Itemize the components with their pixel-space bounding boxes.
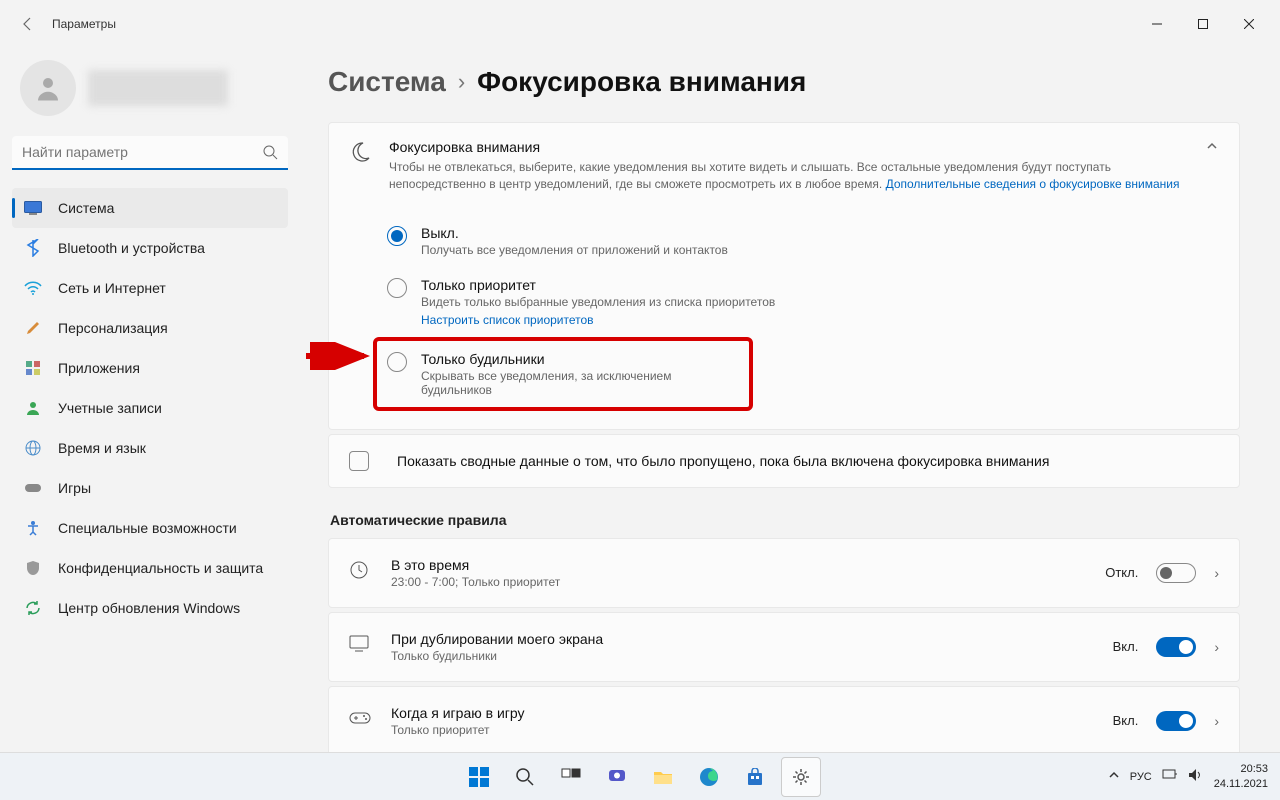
sidebar-item-update[interactable]: Центр обновления Windows [12,588,288,628]
profile-block[interactable] [12,48,288,136]
sidebar-item-privacy[interactable]: Конфиденциальность и защита [12,548,288,588]
tray-network-icon[interactable] [1162,768,1178,785]
tray-language[interactable]: РУС [1130,771,1152,783]
system-icon [24,199,42,217]
sidebar-item-accounts[interactable]: Учетные записи [12,388,288,428]
summary-checkbox-row[interactable]: Показать сводные данные о том, что было … [329,435,1239,487]
sidebar-item-label: Система [58,200,114,216]
sidebar-item-network[interactable]: Сеть и Интернет [12,268,288,308]
breadcrumb: Система › Фокусировка внимания [328,48,1240,122]
taskbar: РУС 20:53 24.11.2021 [0,752,1280,800]
main-content: Система › Фокусировка внимания Фокусиров… [300,48,1280,752]
update-icon [24,599,42,617]
chevron-up-icon[interactable] [1205,139,1219,156]
sidebar-item-label: Bluetooth и устройства [58,240,205,256]
rules-section-title: Автоматические правила [330,512,1240,528]
toggle-switch[interactable] [1156,711,1196,731]
clock-icon [349,560,373,585]
taskbar-search-button[interactable] [505,757,545,797]
close-button[interactable] [1226,8,1272,40]
sidebar-item-gaming[interactable]: Игры [12,468,288,508]
sidebar-item-time[interactable]: Время и язык [12,428,288,468]
learn-more-link[interactable]: Дополнительные сведения о фокусировке вн… [886,177,1180,191]
rule-time[interactable]: В это время23:00 - 7:00; Только приорите… [328,538,1240,608]
summary-card: Показать сводные данные о том, что было … [328,434,1240,488]
sidebar-item-label: Центр обновления Windows [58,600,240,616]
task-view-button[interactable] [551,757,591,797]
accessibility-icon [24,519,42,537]
minimize-button[interactable] [1134,8,1180,40]
user-icon [24,399,42,417]
search-icon [262,144,278,165]
chevron-right-icon[interactable]: › [1214,639,1219,655]
search-box[interactable] [12,136,288,170]
toggle-switch[interactable] [1156,637,1196,657]
focus-assist-card: Фокусировка внимания Чтобы не отвлекатьс… [328,122,1240,430]
toggle-switch[interactable] [1156,563,1196,583]
sidebar-item-bluetooth[interactable]: Bluetooth и устройства [12,228,288,268]
sidebar-item-label: Специальные возможности [58,520,237,536]
sidebar-item-system[interactable]: Система [12,188,288,228]
tray-volume-icon[interactable] [1188,768,1204,785]
sidebar-item-label: Сеть и Интернет [58,280,166,296]
maximize-button[interactable] [1180,8,1226,40]
sidebar-item-personalization[interactable]: Персонализация [12,308,288,348]
brush-icon [24,319,42,337]
globe-icon [24,439,42,457]
chevron-right-icon: › [458,69,465,95]
gamepad-icon [349,711,373,730]
radio-priority[interactable]: Только приоритетВидеть только выбранные … [387,267,1219,337]
radio-button[interactable] [387,226,407,246]
explorer-button[interactable] [643,757,683,797]
sidebar-item-label: Учетные записи [58,400,162,416]
focus-desc: Чтобы не отвлекаться, выберите, какие ув… [389,159,1187,193]
sidebar-item-label: Приложения [58,360,140,376]
start-button[interactable] [459,757,499,797]
sidebar-item-label: Игры [58,480,91,496]
wifi-icon [24,279,42,297]
tray-chevron-up-icon[interactable] [1108,769,1120,784]
breadcrumb-current: Фокусировка внимания [477,66,806,98]
sidebar: Система Bluetooth и устройства Сеть и Ин… [0,48,300,752]
profile-name [88,70,228,106]
edge-button[interactable] [689,757,729,797]
checkbox[interactable] [349,451,369,471]
chat-button[interactable] [597,757,637,797]
bluetooth-icon [24,239,42,257]
tray-clock[interactable]: 20:53 24.11.2021 [1214,762,1268,791]
focus-title: Фокусировка внимания [389,139,1187,155]
summary-label: Показать сводные данные о том, что было … [397,453,1049,469]
priority-list-link[interactable]: Настроить список приоритетов [421,313,775,327]
gamepad-icon [24,479,42,497]
breadcrumb-parent[interactable]: Система [328,66,446,98]
sidebar-item-label: Время и язык [58,440,146,456]
back-button[interactable] [8,4,48,44]
sidebar-item-apps[interactable]: Приложения [12,348,288,388]
highlight-annotation: Только будильникиСкрывать все уведомлени… [373,337,753,411]
chevron-right-icon[interactable]: › [1214,565,1219,581]
app-title: Параметры [52,17,116,31]
radio-off[interactable]: Выкл.Получать все уведомления от приложе… [387,215,1219,267]
sidebar-item-label: Конфиденциальность и защита [58,560,263,576]
sidebar-item-accessibility[interactable]: Специальные возможности [12,508,288,548]
search-input[interactable] [12,136,288,170]
store-button[interactable] [735,757,775,797]
avatar-icon [20,60,76,116]
radio-button[interactable] [387,278,407,298]
radio-button[interactable] [387,352,407,372]
monitor-icon [349,635,373,658]
shield-icon [24,559,42,577]
chevron-right-icon[interactable]: › [1214,713,1219,729]
radio-alarms[interactable]: Только будильникиСкрывать все уведомлени… [387,349,739,399]
apps-icon [24,359,42,377]
rule-duplicate-screen[interactable]: При дублировании моего экранаТолько буди… [328,612,1240,682]
sidebar-item-label: Персонализация [58,320,168,336]
rule-gaming[interactable]: Когда я играю в игруТолько приоритет Вкл… [328,686,1240,752]
settings-taskbar-button[interactable] [781,757,821,797]
moon-icon [349,139,371,168]
